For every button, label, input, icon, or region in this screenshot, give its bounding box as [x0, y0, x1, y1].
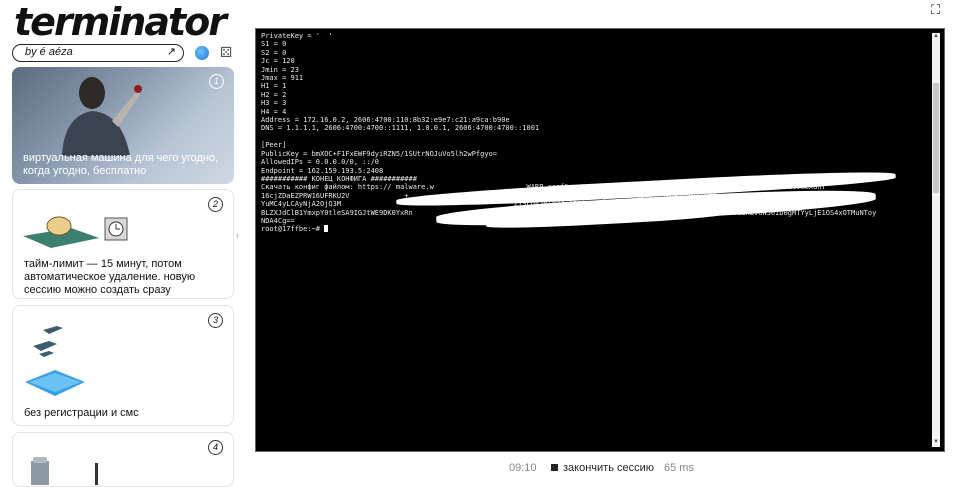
terminal-line: H4 = 4	[261, 107, 287, 116]
feature-card-2: 2 тайм-лимит — 15 минут, потом автоматич…	[12, 189, 234, 299]
terminal-line: PublicKey = bmXOC+F1FxEWF9dyiRZN5/1SUtrN…	[261, 149, 498, 158]
scroll-up-icon[interactable]: ▲	[932, 33, 940, 41]
scroll-down-icon[interactable]: ▼	[932, 439, 940, 447]
feature-card-1: 1 виртуальная машина для чего угодно, ко…	[12, 67, 234, 184]
byline-link[interactable]: by é aéza ↗	[12, 44, 184, 62]
card-number-1: 1	[209, 74, 224, 89]
card-number-3: 3	[208, 313, 223, 328]
feature-card-3: 3 без регистрации и смс	[12, 305, 234, 426]
terminal-scrollbar[interactable]: ▲ ▼	[932, 33, 940, 447]
session-footer: 09:10 закончить сессию 65 ms	[255, 458, 945, 478]
terminal-line: Jmax = 911	[261, 74, 304, 83]
terminal-line: [Peer]	[261, 141, 287, 150]
terminal-window[interactable]: PrivateKey = ' ' S1 = 0 S2 = 0 Jc = 120 Jmi…	[255, 28, 945, 452]
card-text-2: тайм-лимит — 15 минут, потом автоматичес…	[24, 258, 196, 296]
terminal-line: S1 = 0	[261, 40, 287, 49]
terminal-line: DNS = 1.1.1.1, 2606:4700:4700::1111, 1.0…	[261, 124, 540, 133]
terminal-line: Jc = 120	[261, 57, 295, 66]
terminal-line: PrivateKey = ' '	[261, 32, 342, 40]
end-session-button[interactable]: закончить сессию	[551, 458, 654, 478]
scrollbar-thumb[interactable]	[933, 83, 939, 193]
session-timer: 09:10	[509, 462, 537, 474]
stop-icon	[551, 464, 558, 471]
collapse-arrow-icon[interactable]: ‹	[236, 230, 239, 240]
terminal-cursor	[324, 225, 329, 233]
card-number-2: 2	[208, 197, 223, 212]
terminal-line: Address = 172.16.0.2, 2606:4700:110:8b32…	[261, 116, 510, 125]
hourglass-desk-illustration	[23, 216, 128, 248]
card-number-4: 4	[208, 440, 223, 455]
fullscreen-icon[interactable]: ⛶	[931, 3, 943, 16]
terminal-line: H1 = 1	[261, 82, 287, 91]
servers-illustration	[31, 457, 98, 485]
ping-value: 65 ms	[664, 462, 694, 474]
terminal-line: Jmin = 23	[261, 65, 299, 74]
end-session-label: закончить сессию	[563, 462, 655, 474]
dice-icon[interactable]: ⚄	[220, 45, 234, 59]
terminal-line: S2 = 0	[261, 48, 287, 57]
card-text-1: виртуальная машина для чего угодно, когд…	[23, 152, 219, 177]
card-text-3: без регистрации и смс	[24, 407, 139, 419]
arrow-up-right-icon: ↗	[166, 46, 176, 58]
sidebar: terminator by é aéza ↗ ⚄ 1 виртуальная м…	[0, 0, 245, 487]
pool-birds-illustration	[25, 326, 85, 396]
terminal-line: H2 = 2	[261, 90, 287, 99]
terminal-line: root@17ffbe:~#	[261, 225, 926, 233]
globe-icon[interactable]	[195, 46, 209, 60]
terminator-image	[62, 77, 142, 156]
terminal-line: AllowedIPs = 0.0.0.0/0, ::/0	[261, 158, 380, 167]
logo: terminator	[14, 0, 227, 44]
feature-card-4: 4	[12, 432, 234, 487]
byline-text: by é aéza	[25, 46, 73, 58]
terminal-line: H3 = 3	[261, 99, 287, 108]
